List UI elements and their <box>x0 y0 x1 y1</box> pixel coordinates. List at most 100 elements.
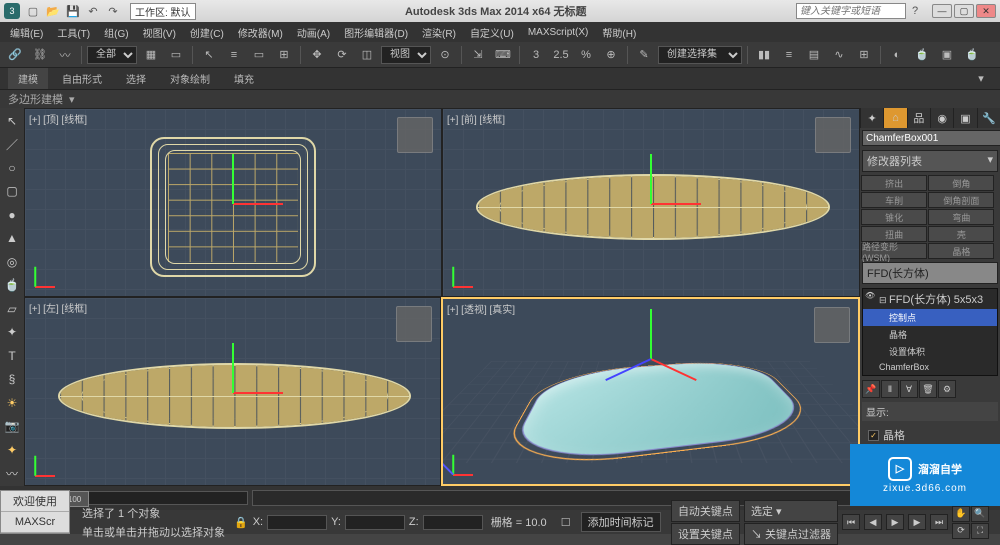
goto-start-icon[interactable]: ⏮ <box>842 514 860 530</box>
lt-text-icon[interactable]: T <box>1 345 23 367</box>
mirror-icon[interactable]: ▮▮ <box>753 44 775 66</box>
menu-edit[interactable]: 编辑(E) <box>4 23 49 42</box>
tab-create-icon[interactable]: ✦ <box>860 108 883 128</box>
ribbon-tab-selection[interactable]: 选择 <box>116 68 156 89</box>
undo-icon[interactable]: ↶ <box>84 2 102 20</box>
next-frame-icon[interactable]: ▶ <box>908 514 926 530</box>
angle-snap-icon[interactable]: 2.5 <box>550 44 572 66</box>
ribbon-tab-modeling[interactable]: 建模 <box>8 68 48 89</box>
scale-icon[interactable]: ◫ <box>356 44 378 66</box>
tab-hierarchy-icon[interactable]: 品 <box>907 108 930 128</box>
stack-lattice[interactable]: 晶格 <box>863 326 997 343</box>
viewport-label-front[interactable]: [+] [前] [线框] <box>447 111 505 126</box>
window-crossing-icon[interactable]: ⊞ <box>273 44 295 66</box>
help-search-input[interactable] <box>796 3 906 19</box>
menu-modifiers[interactable]: 修改器(M) <box>232 23 289 42</box>
tab-motion-icon[interactable]: ◉ <box>930 108 953 128</box>
lt-line-icon[interactable]: ／ <box>1 134 23 156</box>
named-selection-dropdown[interactable]: 创建选择集 <box>658 46 742 64</box>
viewport-left[interactable]: [+] [左] [线框] <box>24 297 441 486</box>
menu-animation[interactable]: 动画(A) <box>291 23 336 42</box>
show-end-result-icon[interactable]: Ⅱ <box>881 380 899 398</box>
manipulate-icon[interactable]: ⇲ <box>467 44 489 66</box>
menu-customize[interactable]: 自定义(U) <box>464 23 520 42</box>
app-icon[interactable]: 3 <box>4 3 20 19</box>
stack-ffd[interactable]: 👁⊟ FFD(长方体) 5x5x3 <box>863 289 997 309</box>
tab-modify-icon[interactable]: ⌂ <box>883 108 906 128</box>
prev-frame-icon[interactable]: ◀ <box>864 514 882 530</box>
viewcube-front[interactable] <box>815 117 851 153</box>
coord-x-input[interactable] <box>267 515 327 530</box>
menu-maxscript[interactable]: MAXScript(X) <box>522 25 595 40</box>
schematic-icon[interactable]: ⊞ <box>853 44 875 66</box>
pan-icon[interactable]: ✋ <box>952 506 970 522</box>
ribbon-tab-freeform[interactable]: 自由形式 <box>52 68 112 89</box>
modifier-stack[interactable]: 👁⊟ FFD(长方体) 5x5x3 控制点 晶格 设置体积 ChamferBox <box>862 288 998 376</box>
lt-box-icon[interactable]: ▢ <box>1 181 23 203</box>
lt-camera-icon[interactable]: 📷 <box>1 416 23 438</box>
lt-arrow-icon[interactable]: ↖ <box>1 110 23 132</box>
ffd-header[interactable]: FFD(长方体) <box>862 262 998 284</box>
isolate-icon[interactable]: ☐ <box>555 511 577 533</box>
make-unique-icon[interactable]: ∀ <box>900 380 918 398</box>
render-icon[interactable]: 🍵 <box>961 44 983 66</box>
remove-modifier-icon[interactable]: 🗑 <box>919 380 937 398</box>
stack-chamferbox[interactable]: ChamferBox <box>863 360 997 374</box>
save-icon[interactable]: 💾 <box>64 2 82 20</box>
modifier-list-dropdown[interactable]: 修改器列表▾ <box>862 150 998 172</box>
menu-group[interactable]: 组(G) <box>98 23 134 42</box>
mod-lathe[interactable]: 车削 <box>861 192 927 208</box>
lt-cone-icon[interactable]: ▲ <box>1 228 23 250</box>
keyboard-shortcut-icon[interactable]: ⌨ <box>492 44 514 66</box>
viewcube-top[interactable] <box>397 117 433 153</box>
lt-light-icon[interactable]: ☀ <box>1 392 23 414</box>
pin-stack-icon[interactable]: 📌 <box>862 380 880 398</box>
zoom-icon[interactable]: 🔍 <box>971 506 989 522</box>
object-name-field[interactable] <box>862 130 1000 146</box>
maximize-button[interactable]: ▢ <box>954 4 974 18</box>
lt-sphere-icon[interactable]: ● <box>1 204 23 226</box>
orbit-icon[interactable]: ⟳ <box>952 523 970 539</box>
workspace-selector[interactable]: 工作区: 默认 <box>130 3 196 20</box>
timetag-field[interactable]: 添加时间标记 <box>581 512 661 532</box>
select-byname-icon[interactable]: ≡ <box>223 44 245 66</box>
tab-display-icon[interactable]: ▣ <box>953 108 976 128</box>
ribbon-expand-icon[interactable]: ▾ <box>970 68 992 90</box>
minimize-button[interactable]: — <box>932 4 952 18</box>
move-icon[interactable]: ✥ <box>306 44 328 66</box>
mod-taper[interactable]: 锥化 <box>861 209 927 225</box>
lt-helix-icon[interactable]: § <box>1 369 23 391</box>
menu-help[interactable]: 帮助(H) <box>596 23 642 42</box>
goto-end-icon[interactable]: ⏭ <box>930 514 948 530</box>
link-icon[interactable]: 🔗 <box>4 44 26 66</box>
viewport-label-top[interactable]: [+] [顶] [线框] <box>29 111 87 126</box>
lock-selection-icon[interactable]: 🔒 <box>233 511 249 533</box>
menu-rendering[interactable]: 渲染(R) <box>416 23 462 42</box>
script-listener[interactable]: 欢迎使用 MAXScr <box>0 490 70 534</box>
viewport-label-perspective[interactable]: [+] [透视] [真实] <box>447 301 515 316</box>
viewcube-left[interactable] <box>396 306 432 342</box>
menu-view[interactable]: 视图(V) <box>137 23 182 42</box>
ribbon-tab-populate[interactable]: 填充 <box>224 68 264 89</box>
material-editor-icon[interactable]: ◐ <box>886 44 908 66</box>
checkbox-icon[interactable]: ✓ <box>868 430 879 441</box>
viewport-perspective[interactable]: [+] [透视] [真实] <box>441 297 860 486</box>
stack-controlpoints[interactable]: 控制点 <box>863 309 997 326</box>
viewport-front[interactable]: [+] [前] [线框] <box>442 108 860 297</box>
viewport-top[interactable]: [+] [顶] [线框] <box>24 108 442 297</box>
ref-coordsys-dropdown[interactable]: 视图 <box>381 46 431 64</box>
ribbon-tab-objectpaint[interactable]: 对象绘制 <box>160 68 220 89</box>
percent-snap-icon[interactable]: % <box>575 44 597 66</box>
stack-setvolume[interactable]: 设置体积 <box>863 343 997 360</box>
lt-spacewarp-icon[interactable]: 〰 <box>1 463 23 485</box>
viewcube-perspective[interactable] <box>814 307 850 343</box>
mod-extrude[interactable]: 挤出 <box>861 175 927 191</box>
mod-bevel[interactable]: 倒角 <box>928 175 994 191</box>
redo-icon[interactable]: ↷ <box>104 2 122 20</box>
select-filter-icon[interactable]: ▦ <box>140 44 162 66</box>
selected-dropdown[interactable]: 选定 ▾ <box>744 500 838 522</box>
lt-plane-icon[interactable]: ▱ <box>1 298 23 320</box>
configure-sets-icon[interactable]: ⚙ <box>938 380 956 398</box>
coord-z-input[interactable] <box>423 515 483 530</box>
select-icon[interactable]: ▭ <box>165 44 187 66</box>
